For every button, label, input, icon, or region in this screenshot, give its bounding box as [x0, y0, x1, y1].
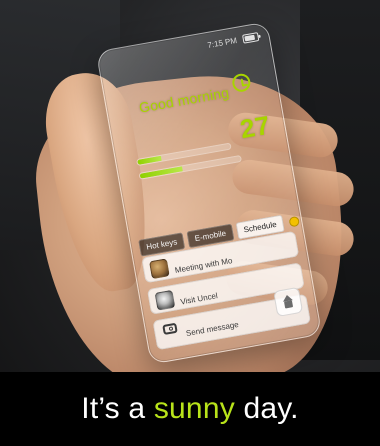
progress-bars: [135, 136, 248, 190]
status-bar: 7:15 PM: [108, 30, 260, 68]
avatar: [154, 289, 176, 311]
photo-canvas: 7:15 PM Good morning 27 Hot keys E-mobil…: [0, 0, 380, 446]
battery-level: [244, 34, 255, 41]
camera-icon: [162, 322, 178, 335]
list-item-title: Meeting with Mo: [174, 256, 234, 276]
caption-suffix: day.: [234, 392, 299, 425]
alarm-clock-icon[interactable]: [230, 72, 252, 94]
progress-fill: [137, 155, 163, 165]
status-time: 7:15 PM: [206, 35, 238, 50]
big-number: 27: [237, 109, 273, 145]
caption-highlight: sunny: [153, 392, 235, 425]
notification-dot-icon: [288, 215, 301, 227]
home-icon: [280, 294, 296, 310]
progress-fill: [139, 166, 183, 179]
caption-bar: It’s a sunny day.: [0, 372, 380, 446]
home-button[interactable]: [273, 286, 304, 317]
list-item-title: Visit Uncel: [179, 291, 219, 307]
greeting-text: Good morning: [137, 84, 231, 116]
avatar: [148, 258, 170, 280]
battery-icon: [241, 31, 260, 44]
caption-prefix: It’s a: [81, 392, 154, 425]
list-item-title: Send message: [185, 319, 240, 339]
caption-text: It’s a sunny day.: [81, 392, 298, 426]
